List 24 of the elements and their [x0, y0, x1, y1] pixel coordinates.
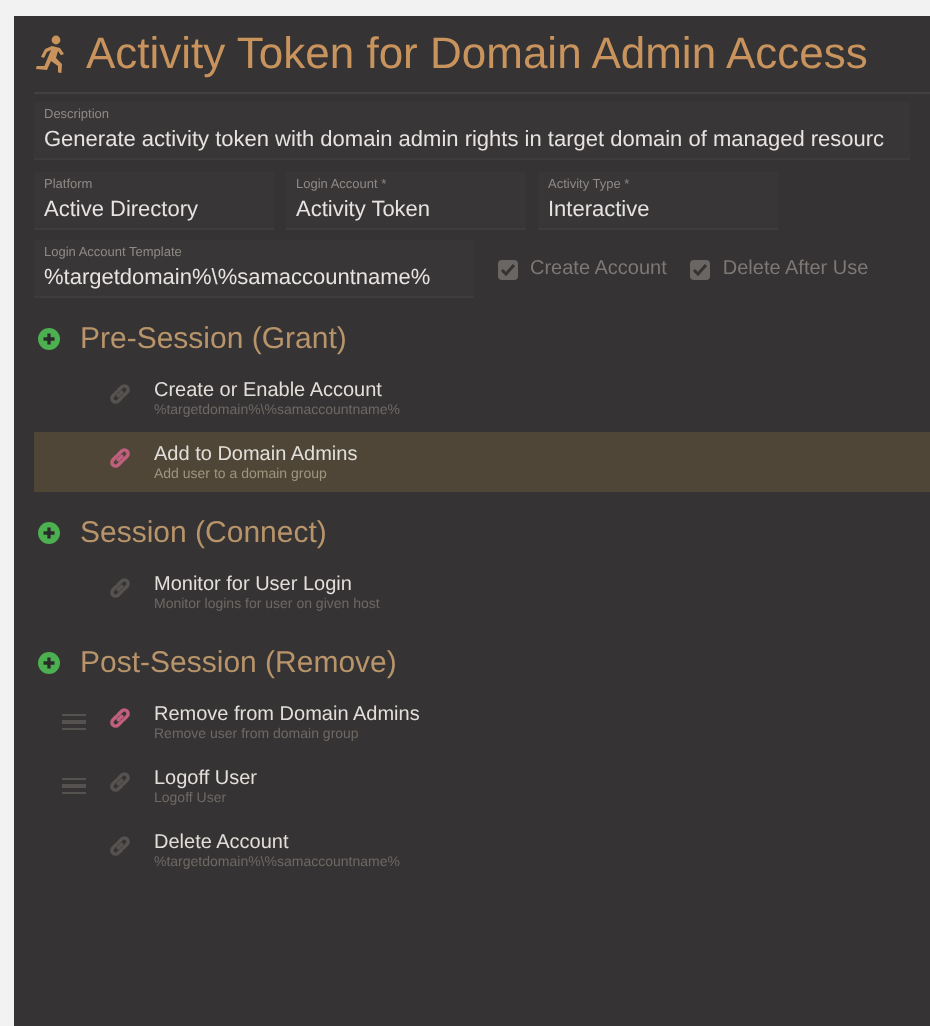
link-icon [106, 573, 134, 601]
page-title: Activity Token for Domain Admin Access [86, 28, 868, 80]
link-icon [106, 767, 134, 795]
action-name: Monitor for User Login [154, 573, 354, 595]
add-icon[interactable] [38, 652, 60, 674]
link-icon [106, 831, 134, 859]
drag-handle-icon[interactable] [62, 713, 86, 731]
action-name: Create or Enable Account [154, 379, 384, 401]
link-icon [106, 703, 134, 731]
action-name: Delete Account [154, 831, 291, 853]
action-name: Remove from Domain Admins [154, 703, 420, 725]
action-name: Add to Domain Admins [154, 443, 358, 465]
drag-handle-icon[interactable] [62, 777, 86, 795]
section-heading: Session (Connect) [80, 516, 327, 550]
add-icon[interactable] [38, 522, 60, 544]
link-icon [106, 443, 134, 471]
add-icon[interactable] [38, 328, 60, 350]
section-heading: Pre-Session (Grant) [80, 322, 347, 356]
checkbox-label: Delete After Use [722, 258, 869, 280]
link-icon [106, 379, 134, 407]
action-name: Logoff User [154, 767, 258, 789]
checkbox-label: Create Account [530, 258, 667, 280]
section-heading: Post-Session (Remove) [80, 646, 397, 680]
running-person-icon [34, 34, 70, 74]
